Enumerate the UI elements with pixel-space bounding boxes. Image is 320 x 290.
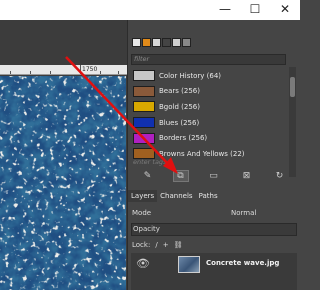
new-palette-icon[interactable]: ⧉: [172, 170, 189, 182]
horizontal-ruler[interactable]: 1750: [0, 65, 127, 75]
ruler-tick: [50, 71, 51, 74]
ruler-tick: [118, 71, 119, 74]
layer-name: Concrete wave.jpg: [206, 259, 280, 267]
concrete-texture-image: [0, 76, 126, 290]
list-item[interactable]: Bears (256): [131, 84, 286, 100]
tag-input[interactable]: enter tags: [131, 158, 286, 167]
lock-row: Lock: / + ⛓: [132, 239, 182, 251]
right-dock-panel: filter Color History (64) Bears (256) Bg…: [127, 20, 300, 290]
palette-icon[interactable]: [182, 38, 191, 47]
refresh-palettes-icon[interactable]: ↻: [273, 171, 287, 181]
fg-color-icon[interactable]: [132, 38, 141, 47]
dock-tabs: Layers Channels Paths: [128, 190, 301, 202]
ruler-tick: [10, 71, 11, 74]
palette-name: Bgold (256): [159, 102, 200, 111]
layers-list: 👁 Concrete wave.jpg: [131, 253, 297, 290]
ruler-label: 1750: [82, 66, 98, 73]
minimize-button[interactable]: —: [210, 0, 240, 20]
font-icon[interactable]: [162, 38, 171, 47]
list-item[interactable]: Borders (256): [131, 130, 286, 146]
scroll-thumb[interactable]: [290, 77, 295, 97]
opacity-slider[interactable]: Opacity: [131, 223, 297, 236]
palette-swatch: [133, 101, 155, 113]
layer-row[interactable]: 👁 Concrete wave.jpg: [131, 255, 297, 275]
lock-position-icon[interactable]: +: [163, 239, 169, 251]
palette-scrollbar[interactable]: [289, 67, 296, 177]
list-item[interactable]: Bgold (256): [131, 99, 286, 115]
palette-name: Color History (64): [159, 71, 221, 80]
brush-icon[interactable]: [142, 38, 151, 47]
mode-select[interactable]: Normal: [231, 207, 256, 219]
palette-name: Blues (256): [159, 118, 200, 127]
edit-palette-icon[interactable]: ✎: [141, 171, 155, 181]
list-item[interactable]: Blues (256): [131, 115, 286, 131]
document-icon[interactable]: [172, 38, 181, 47]
palette-action-bar: ✎ ⧉ ▭ ⊠ ↻: [131, 169, 296, 183]
opacity-label: Opacity: [133, 225, 160, 233]
tab-layers[interactable]: Layers: [128, 190, 158, 202]
title-bar: — ☐ ✕: [0, 0, 300, 20]
lock-alpha-icon[interactable]: ⛓: [174, 239, 183, 251]
ruler-tick: [80, 65, 81, 74]
layer-thumbnail: [178, 256, 200, 273]
dock-tool-strip: [132, 38, 191, 49]
duplicate-palette-icon[interactable]: ▭: [207, 171, 221, 181]
ruler-tick: [100, 71, 101, 74]
eye-icon[interactable]: 👁: [136, 257, 150, 270]
tab-channels[interactable]: Channels: [157, 190, 195, 202]
canvas-area[interactable]: 1750: [0, 20, 127, 290]
image-canvas[interactable]: [0, 76, 126, 290]
lock-label: Lock:: [132, 241, 151, 249]
palette-name: Browns And Yellows (22): [159, 149, 245, 158]
maximize-button[interactable]: ☐: [240, 0, 270, 20]
palette-name: Borders (256): [159, 134, 208, 143]
palette-swatch: [133, 70, 155, 82]
delete-palette-icon[interactable]: ⊠: [240, 171, 254, 181]
pattern-icon[interactable]: [152, 38, 161, 47]
palette-swatch: [133, 117, 155, 129]
ruler-tick: [30, 71, 31, 74]
mode-row: Mode Normal: [132, 207, 297, 219]
palette-swatch: [133, 132, 155, 144]
palette-name: Bears (256): [159, 87, 200, 96]
lock-pixels-icon[interactable]: /: [155, 239, 157, 251]
brush-filter-input[interactable]: filter: [131, 54, 286, 65]
list-item[interactable]: Color History (64): [131, 68, 286, 84]
mode-label: Mode: [132, 209, 152, 217]
tab-paths[interactable]: Paths: [196, 190, 221, 202]
close-button[interactable]: ✕: [270, 0, 300, 20]
palette-swatch: [133, 85, 155, 97]
